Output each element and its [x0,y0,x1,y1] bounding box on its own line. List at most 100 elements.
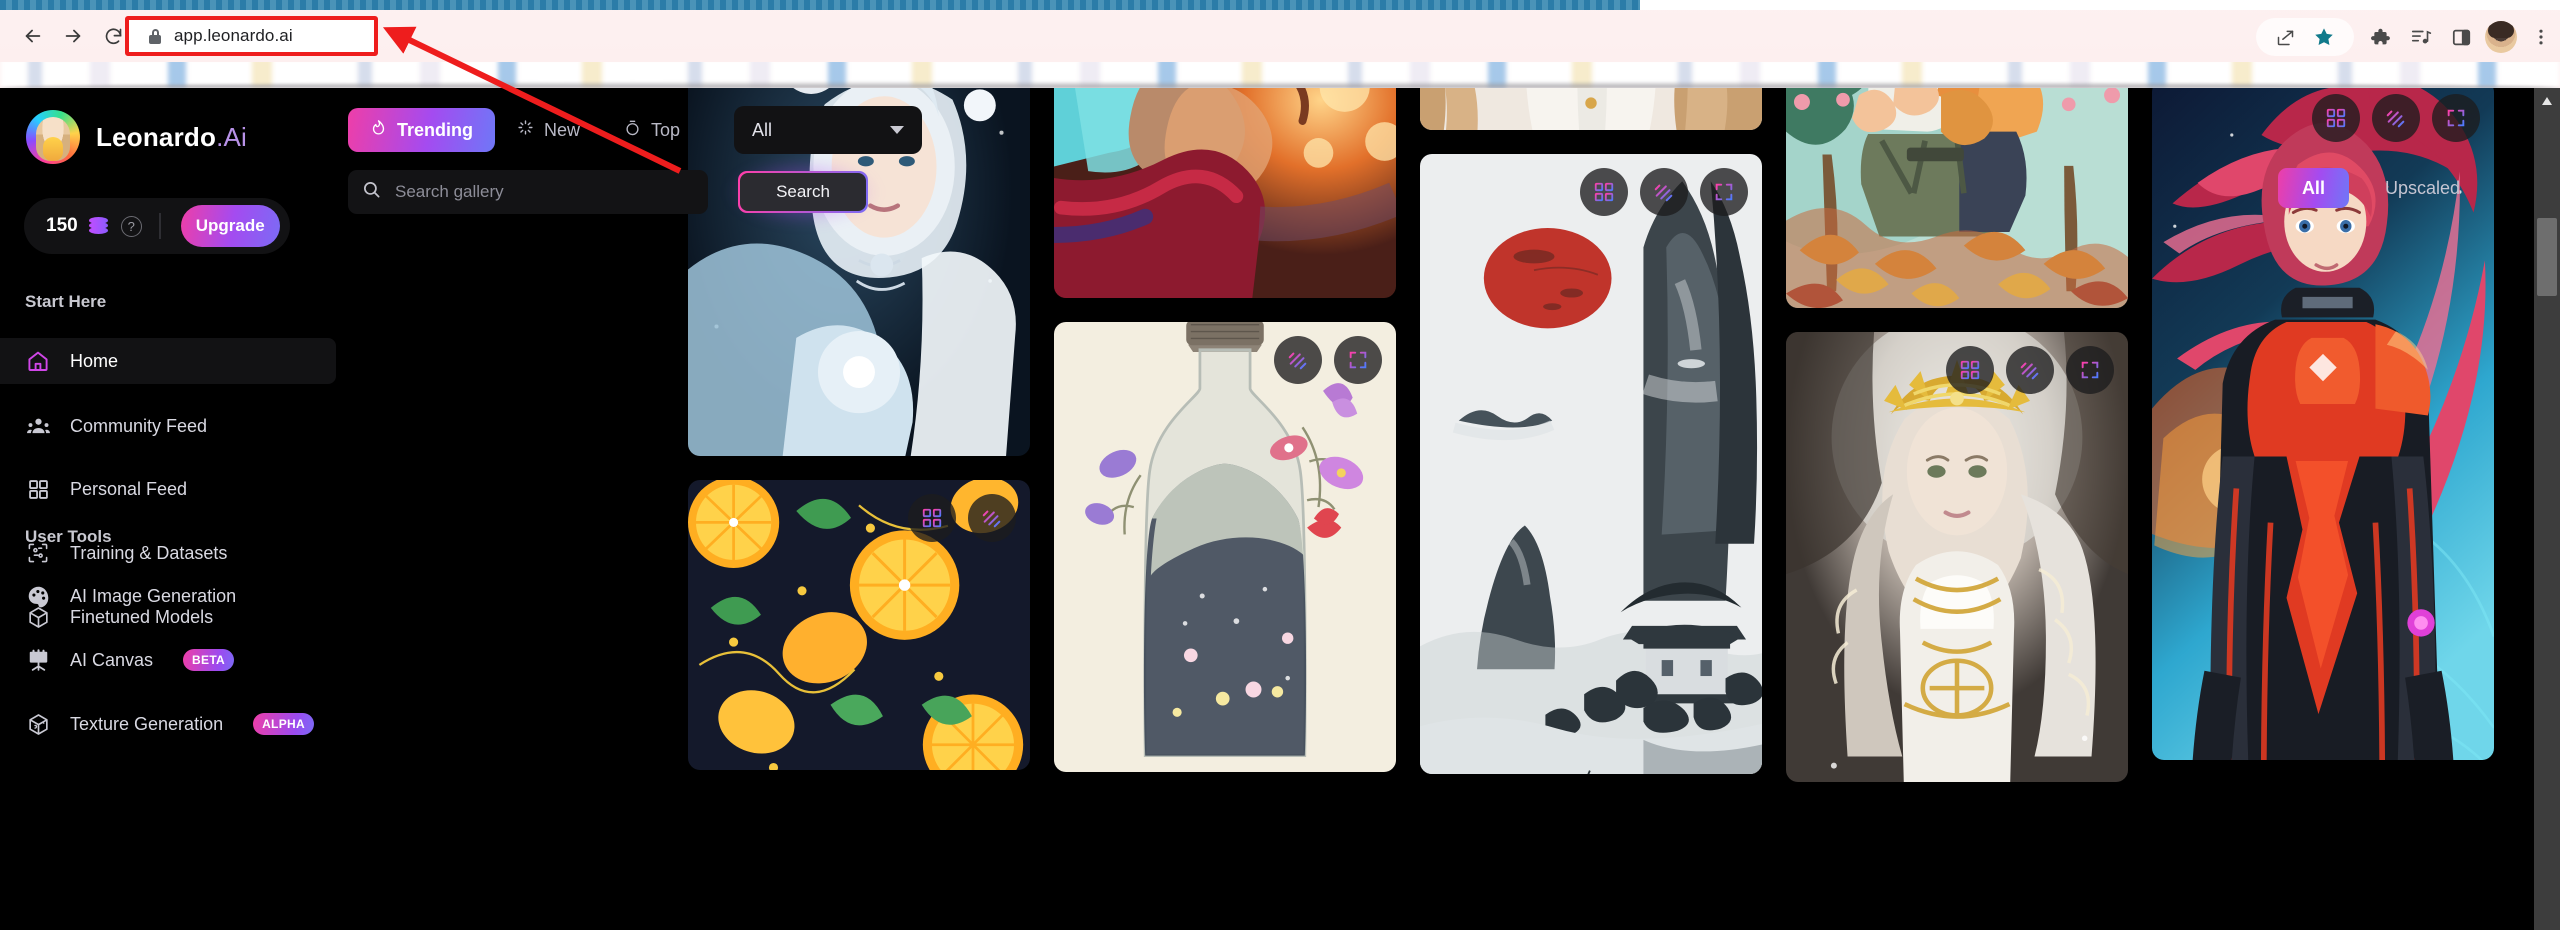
gallery-column [1054,88,1396,782]
card-hover-actions [1580,168,1748,216]
scroll-up-arrow-icon[interactable] [2534,88,2560,114]
leonardo-logo-icon [26,110,80,164]
gallery-card-sumi-e-ink-landscape[interactable] [1420,154,1762,774]
upscale-lines-icon[interactable] [1640,168,1688,216]
filter-tabs: Trending New Top All [348,106,923,154]
gallery-card-orange-citrus-pattern[interactable] [688,480,1030,770]
browser-chrome: app.leonardo.ai [0,0,2560,88]
sidebar-item-label: AI Canvas [70,649,154,670]
expand-fullscreen-icon[interactable] [2432,94,2480,142]
sidebar-item-label: AI Image Generation [70,585,237,606]
sidebar-item-label: Home [70,350,119,371]
upscale-lines-icon[interactable] [2372,94,2420,142]
media-playlist-icon[interactable] [2408,24,2434,50]
people-group-icon [25,413,51,439]
tab-new[interactable]: New [495,108,602,152]
category-select-value: All [752,119,773,140]
expand-fullscreen-icon[interactable] [2066,346,2114,394]
expand-fullscreen-icon[interactable] [1334,336,1382,384]
sidebar-item-label: Personal Feed [70,478,188,499]
tab-top[interactable]: Top [602,108,702,152]
upscale-lines-icon[interactable] [1274,336,1322,384]
chrome-menu-kebab-icon[interactable] [2528,24,2554,50]
main-content: E 3B Trending [336,88,2560,930]
sidebar-item-personal-feed[interactable]: Personal Feed [0,466,336,512]
gallery-column [1786,88,2128,782]
gallery-columns: E 3B [688,88,2494,782]
gallery-card-potion-bottle-flowers[interactable] [1054,322,1396,772]
share-star-pill [2256,18,2354,56]
sidebar-section-label-user-tools: User Tools [25,527,112,546]
tab-label: Top [651,119,681,140]
sidebar-item-community-feed[interactable]: Community Feed [0,403,336,449]
easel-icon [25,647,51,673]
sidebar-item-texture-generation[interactable]: Texture Generation ALPHA [0,701,336,747]
forward-icon[interactable] [56,19,90,53]
sidebar-item-label: Texture Generation [70,713,224,734]
sparkle-icon [517,119,534,141]
gallery-column [1420,88,1762,782]
texture-cube-icon [25,711,51,737]
lock-icon [149,28,161,44]
upscale-lines-icon[interactable] [2006,346,2054,394]
tab-strip-right [1640,0,2560,10]
bookmarks-bar[interactable] [0,62,2560,88]
timer-icon [624,119,641,142]
sidebar: Leonardo.Ai 150 ? Upgrade Start Here Hom… [0,88,336,930]
upgrade-button[interactable]: Upgrade [180,205,280,247]
side-panel-icon[interactable] [2448,24,2474,50]
gallery-card-anime-hiker-autumn[interactable] [1786,88,2128,308]
sidebar-item-ai-canvas[interactable]: AI Canvas BETA [0,637,336,683]
category-select[interactable]: All [734,106,923,154]
status-badge-alpha: ALPHA [253,713,314,735]
bookmark-star-icon[interactable] [2311,24,2337,50]
view-tab-upscaled[interactable]: Upscaled [2361,168,2484,208]
share-icon[interactable] [2272,24,2298,50]
credits-pill: 150 ? Upgrade [24,198,290,254]
search-button[interactable]: Search [738,171,868,213]
coin-stack-icon [88,216,110,236]
gallery: E 3B [348,88,2504,930]
search-input[interactable]: Search gallery [348,170,708,214]
brand-name: Leonardo.Ai [96,122,247,153]
remix-icon[interactable] [1946,346,1994,394]
tab-trending[interactable]: Trending [348,108,495,152]
gallery-card-bearded-elder-firelight[interactable] [1054,88,1396,298]
card-hover-actions [1946,346,2114,394]
status-badge-beta: BETA [183,649,235,671]
vertical-scrollbar[interactable] [2534,88,2560,930]
view-tab-all[interactable]: All [2277,168,2349,208]
upscale-lines-icon[interactable] [968,494,1016,542]
leonardo-app: Leonardo.Ai 150 ? Upgrade Start Here Hom… [0,88,2560,930]
sidebar-item-ai-image-generation[interactable]: AI Image Generation [0,573,336,619]
brand-name-main: Leonardo [96,121,217,152]
view-toggle: All Upscaled [2277,168,2484,208]
credits-count: 150 [46,215,78,236]
gallery-card-blonde-portrait-crop[interactable] [1420,88,1762,130]
brand-name-suffix: .Ai [216,121,248,152]
profile-avatar[interactable] [2485,21,2517,53]
remix-icon[interactable] [2312,94,2360,142]
sidebar-item-home[interactable]: Home [0,338,336,384]
card-hover-actions [908,494,1016,542]
extensions-puzzle-icon[interactable] [2367,24,2393,50]
bookmarks-bar-shadow [0,81,2560,88]
tab-strip-left [0,0,1640,10]
sidebar-section-label-start-here: Start Here [25,292,107,311]
sidebar-item-label: Community Feed [70,415,208,436]
remix-icon[interactable] [908,494,956,542]
card-hover-actions [2312,94,2480,142]
scrollbar-thumb[interactable] [2537,218,2557,296]
brand[interactable]: Leonardo.Ai [26,110,247,164]
remix-icon[interactable] [1580,168,1628,216]
chevron-down-icon [890,126,905,134]
flame-icon [370,118,387,142]
address-bar[interactable]: app.leonardo.ai [129,20,374,52]
browser-navigation-bar: app.leonardo.ai [0,10,2560,62]
expand-fullscreen-icon[interactable] [1700,168,1748,216]
help-circle-icon[interactable]: ? [120,215,142,237]
search-row: Search gallery Search [348,157,882,227]
gallery-card-golden-crown-queen[interactable] [1786,332,2128,782]
tab-label: New [544,119,581,140]
back-icon[interactable] [16,19,50,53]
